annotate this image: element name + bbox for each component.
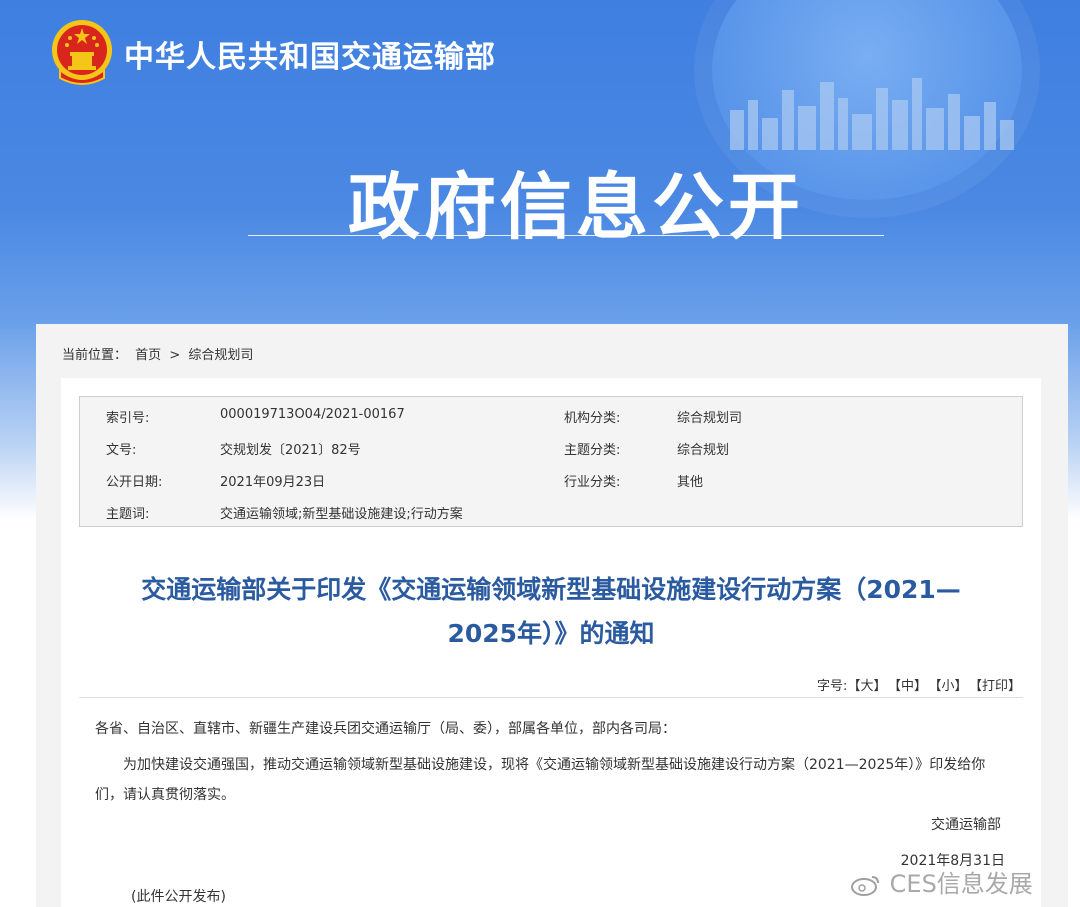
document-title: 交通运输部关于印发《交通运输领域新型基础设施建设行动方案（2021— 2025年… [61,568,1041,656]
font-medium-button[interactable]: 【中】 [894,679,927,694]
addressee-text: 各省、自治区、直辖市、新疆生产建设兵团交通运输厅（局、委），部属各单位，部内各司… [95,721,676,737]
topic-label: 主题分类: [564,443,621,458]
docno-label: 文号: [106,443,137,458]
document-title-line: 交通运输部关于印发《交通运输领域新型基础设施建设行动方案（2021— [141,575,961,604]
date-label: 公开日期: [106,475,163,490]
document-panel: 索引号: 000019713O04/2021-00167 机构分类: 综合规划司… [61,378,1041,907]
ministry-name: 中华人民共和国交通运输部 [124,40,496,75]
keywords-label: 主题词: [106,507,150,522]
page-heading: 政府信息公开 [348,165,805,249]
metadata-row: 公开日期: 2021年09月23日 行业分类: 其他 [80,463,1024,495]
font-size-toolbar: 字号:【大】 【中】 【小】 【打印】 [817,675,1021,694]
date-value: 2021年09月23日 [220,475,326,490]
city-skyline-graphic [730,78,1014,150]
industry-value: 其他 [677,475,704,490]
breadcrumb-home-link[interactable]: 首页 [135,348,161,363]
industry-label: 行业分类: [564,475,621,490]
breadcrumb-current-link[interactable]: 综合规划司 [188,348,253,363]
topic-value: 综合规划 [677,443,730,458]
metadata-row: 主题词: 交通运输领域;新型基础设施建设;行动方案 [80,495,1024,527]
breadcrumb: 当前位置： 首页 > 综合规划司 [62,344,257,363]
body-paragraph: 为加快建设交通强国，推动交通运输领域新型基础设施建设，现将《交通运输领域新型基础… [95,757,986,803]
weibo-icon [851,876,879,896]
docno-value: 交规划发〔2021〕82号 [220,443,361,458]
font-small-button[interactable]: 【小】 [935,679,968,694]
keywords-value: 交通运输领域;新型基础设施建设;行动方案 [220,507,463,522]
breadcrumb-prefix: 当前位置： [62,348,128,363]
font-size-label: 字号: [817,679,848,694]
index-label: 索引号: [106,411,150,426]
metadata-row: 文号: 交规划发〔2021〕82号 主题分类: 综合规划 [80,431,1024,463]
metadata-row: 索引号: 000019713O04/2021-00167 机构分类: 综合规划司 [80,399,1024,431]
breadcrumb-separator: > [169,348,181,363]
org-label: 机构分类: [564,411,621,426]
divider [79,697,1023,698]
document-metadata-table: 索引号: 000019713O04/2021-00167 机构分类: 综合规划司… [79,396,1023,527]
issuer-signature: 交通运输部 [931,817,1001,833]
publication-note: (此件公开发布) [131,889,226,905]
font-large-button[interactable]: 【大】 [847,679,886,694]
print-button[interactable]: 【打印】 [975,679,1021,694]
org-value: 综合规划司 [677,411,743,426]
index-value: 000019713O04/2021-00167 [220,407,405,422]
watermark: CES信息发展 [850,864,1033,899]
content-card: 当前位置： 首页 > 综合规划司 索引号: 000019713O04/2021-… [36,324,1068,907]
watermark-text: CES信息发展 [889,870,1033,898]
document-title-line: 2025年）》的通知 [447,619,655,648]
heading-underline [248,235,884,236]
national-emblem-icon [52,20,112,85]
